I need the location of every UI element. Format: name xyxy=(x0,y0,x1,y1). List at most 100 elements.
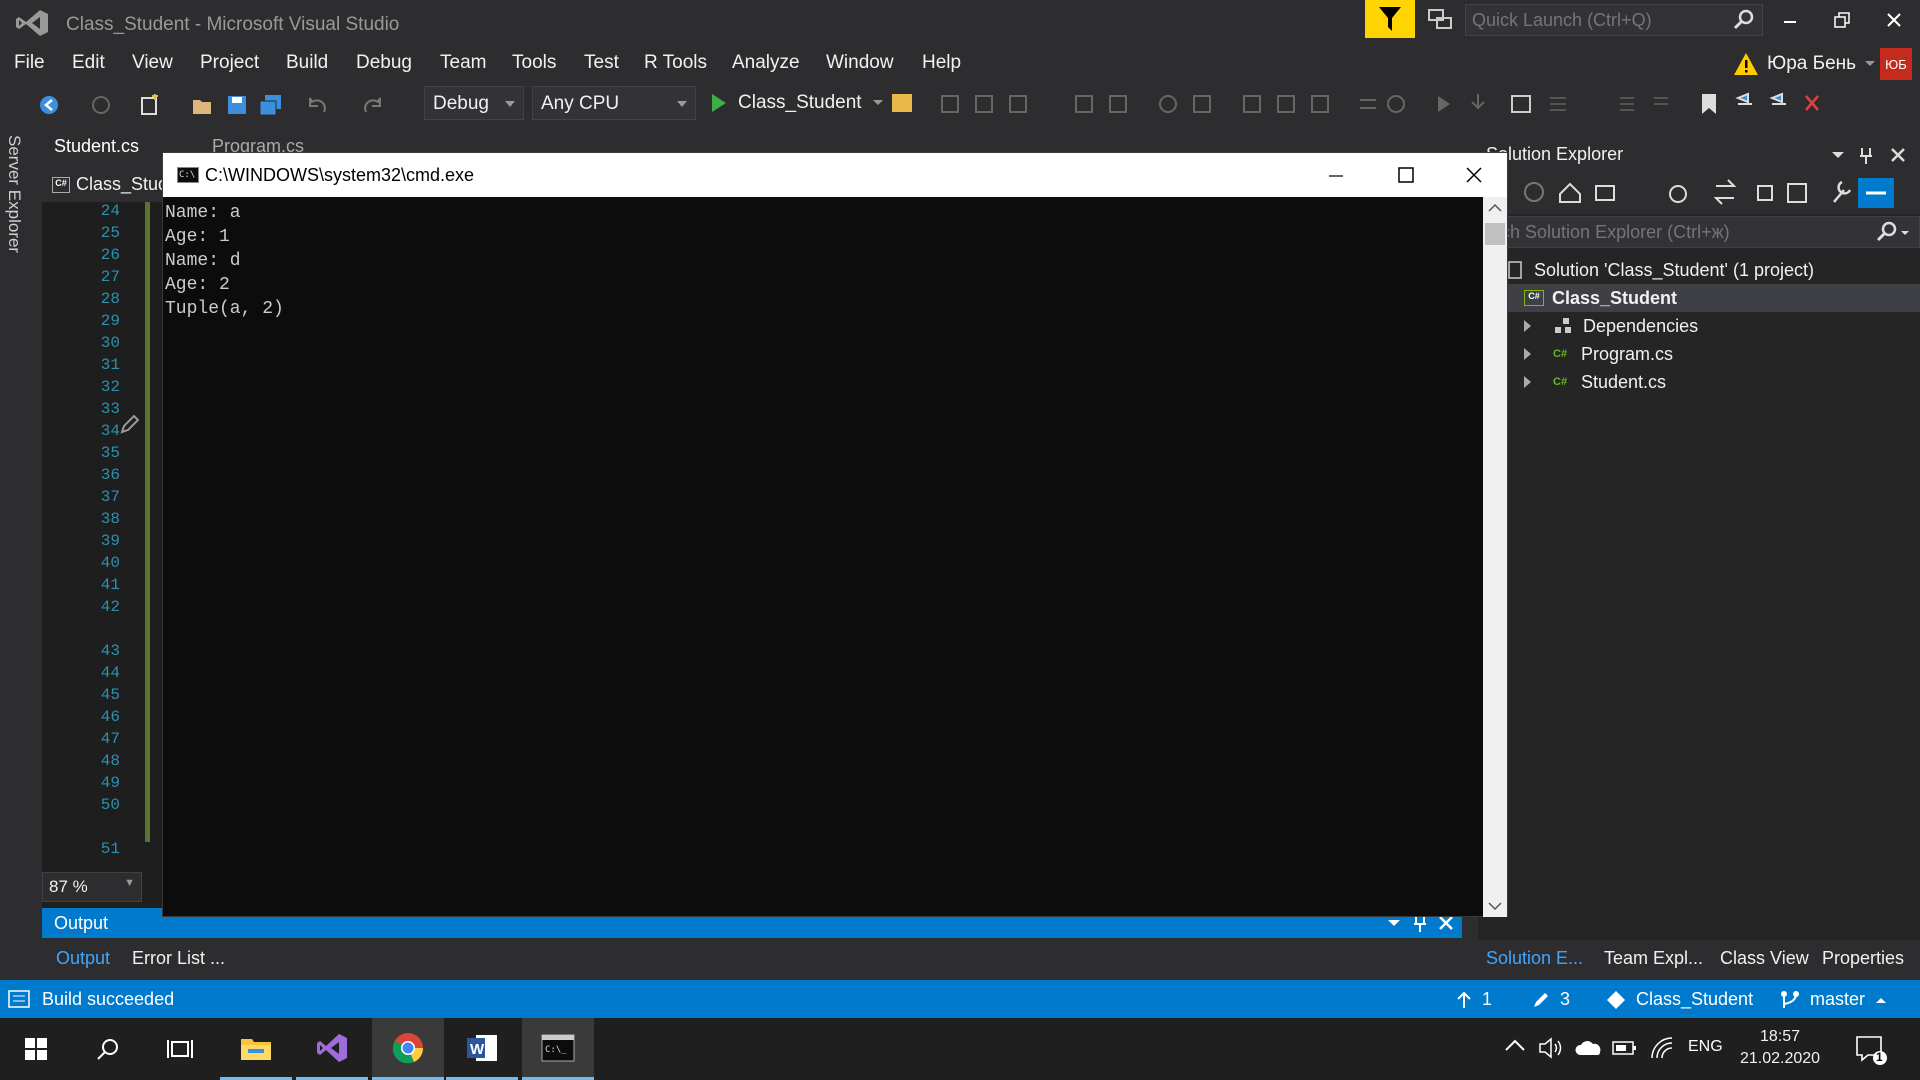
onedrive-icon[interactable] xyxy=(1574,1040,1602,1056)
menu-debug[interactable]: Debug xyxy=(356,52,412,74)
configuration-select[interactable]: Debug xyxy=(424,86,524,120)
scroll-down-icon[interactable] xyxy=(1488,901,1502,911)
solution-toolbar-icons[interactable] xyxy=(1520,178,1900,208)
visual-studio-logo-icon[interactable] xyxy=(14,8,50,38)
clock[interactable]: 18:57 21.02.2020 xyxy=(1740,1026,1820,1070)
quick-launch[interactable] xyxy=(1465,4,1763,36)
notifications-button[interactable]: 1 xyxy=(1854,1032,1888,1066)
expand-arrow-icon[interactable] xyxy=(1524,348,1531,360)
chevron-down-icon xyxy=(1865,61,1876,66)
menu-window[interactable]: Window xyxy=(826,52,894,74)
menu-build[interactable]: Build xyxy=(286,52,328,74)
tree-item-program-cs[interactable]: C# Program.cs xyxy=(1478,340,1920,368)
tab-properties[interactable]: Properties xyxy=(1822,948,1904,969)
menu-tools[interactable]: Tools xyxy=(512,52,556,74)
menu-analyze[interactable]: Analyze xyxy=(732,52,800,74)
forward-icon[interactable] xyxy=(88,92,114,118)
console-scrollbar[interactable] xyxy=(1483,197,1507,917)
tree-solution[interactable]: Solution 'Class_Student' (1 project) xyxy=(1478,256,1920,284)
avatar[interactable]: ЮБ xyxy=(1880,48,1912,80)
repository-selector[interactable]: Class_Student xyxy=(1606,989,1753,1010)
tab-student-cs[interactable]: Student.cs xyxy=(54,136,139,157)
restore-button[interactable] xyxy=(1816,0,1868,40)
menu-edit[interactable]: Edit xyxy=(72,52,105,74)
tab-output[interactable]: Output xyxy=(56,948,110,969)
tree-project[interactable]: C# Class_Student xyxy=(1478,284,1920,312)
wifi-icon[interactable] xyxy=(1650,1036,1674,1060)
console-title-bar[interactable]: C:\ C:\WINDOWS\system32\cmd.exe xyxy=(163,153,1507,197)
back-icon[interactable] xyxy=(36,92,62,118)
pending-changes[interactable]: 3 xyxy=(1532,989,1570,1010)
console-line: Age: 1 xyxy=(165,227,230,247)
task-view-icon[interactable] xyxy=(144,1018,216,1080)
tab-class-view[interactable]: Class View xyxy=(1720,948,1809,969)
debug-toolbar-icons[interactable] xyxy=(890,90,1450,120)
new-project-icon[interactable] xyxy=(136,92,162,118)
open-file-icon[interactable] xyxy=(190,92,216,118)
start-debugging-button[interactable]: Class_Student xyxy=(710,86,884,120)
save-icon[interactable] xyxy=(224,92,250,118)
volume-icon[interactable] xyxy=(1538,1036,1564,1060)
console-output[interactable]: Name: a Age: 1 Name: d Age: 2 Tuple(a, 2… xyxy=(163,197,1485,917)
battery-icon[interactable] xyxy=(1612,1040,1638,1056)
save-all-icon[interactable] xyxy=(258,92,284,118)
output-tabs xyxy=(42,940,1462,980)
console-close-button[interactable] xyxy=(1439,153,1509,197)
scrollbar-thumb[interactable] xyxy=(1485,223,1505,245)
tab-team-explorer[interactable]: Team Expl... xyxy=(1604,948,1703,969)
cmd-icon[interactable]: C:\_ xyxy=(522,1018,594,1080)
chrome-icon[interactable] xyxy=(372,1018,444,1080)
panel-window-controls[interactable] xyxy=(1826,146,1912,166)
zoom-level[interactable]: 87 % ▼ xyxy=(42,872,142,902)
menu-project[interactable]: Project xyxy=(200,52,259,74)
menu-team[interactable]: Team xyxy=(440,52,486,74)
console-window[interactable]: C:\ C:\WINDOWS\system32\cmd.exe Name: a … xyxy=(162,152,1508,917)
project-dropdown[interactable]: C# Class_Stud xyxy=(52,174,168,195)
line-number: 42 xyxy=(100,598,120,616)
console-maximize-button[interactable] xyxy=(1371,153,1441,197)
feedback-icon[interactable] xyxy=(1425,6,1455,34)
search-icon[interactable] xyxy=(72,1018,144,1080)
server-explorer-tab[interactable]: Server Explorer xyxy=(4,135,24,253)
search-icon[interactable] xyxy=(1732,8,1756,32)
word-icon[interactable]: W xyxy=(446,1018,518,1080)
scroll-up-icon[interactable] xyxy=(1488,203,1502,213)
tree-item-dependencies[interactable]: Dependencies xyxy=(1478,312,1920,340)
pencil-icon[interactable] xyxy=(118,414,140,436)
search-icon[interactable] xyxy=(1875,221,1909,243)
user-account[interactable]: Юра Бень xyxy=(1733,48,1876,80)
menu-help[interactable]: Help xyxy=(922,52,961,74)
menu-r-tools[interactable]: R Tools xyxy=(644,52,707,74)
quick-launch-input[interactable] xyxy=(1466,5,1726,35)
windows-start-icon[interactable] xyxy=(0,1018,72,1080)
expand-arrow-icon[interactable] xyxy=(1524,376,1531,388)
branch-selector[interactable]: master xyxy=(1780,989,1887,1010)
language-indicator[interactable]: ENG xyxy=(1688,1038,1723,1056)
notification-filter-button[interactable] xyxy=(1365,0,1415,38)
unpublished-commits[interactable]: 1 xyxy=(1456,989,1492,1010)
undo-icon[interactable] xyxy=(304,92,330,118)
solution-search[interactable] xyxy=(1478,216,1920,248)
tab-error-list[interactable]: Error List ... xyxy=(132,948,225,969)
redo-icon[interactable] xyxy=(360,92,386,118)
output-status-icon[interactable] xyxy=(8,990,30,1008)
visual-studio-icon[interactable] xyxy=(296,1018,368,1080)
tab-solution-explorer[interactable]: Solution E... xyxy=(1486,948,1583,969)
platform-select[interactable]: Any CPU xyxy=(532,86,696,120)
comment-bookmark-icons[interactable] xyxy=(1610,90,1830,120)
tree-item-student-cs[interactable]: C# Student.cs xyxy=(1478,368,1920,396)
console-minimize-button[interactable] xyxy=(1301,153,1371,197)
chevron-up-icon[interactable] xyxy=(1504,1038,1526,1054)
navigation-toolbar-icons[interactable] xyxy=(1430,90,1630,120)
menu-view[interactable]: View xyxy=(132,52,173,74)
expand-arrow-icon[interactable] xyxy=(1524,320,1531,332)
console-line: Tuple(a, 2) xyxy=(165,299,284,319)
file-explorer-icon[interactable] xyxy=(220,1018,292,1080)
menu-file[interactable]: File xyxy=(14,52,45,74)
solution-search-input[interactable] xyxy=(1479,217,1859,247)
zoom-value: 87 % xyxy=(49,877,88,896)
output-window-controls[interactable] xyxy=(1384,914,1456,934)
minimize-button[interactable] xyxy=(1764,0,1816,40)
close-button[interactable] xyxy=(1868,0,1920,40)
menu-test[interactable]: Test xyxy=(584,52,619,74)
